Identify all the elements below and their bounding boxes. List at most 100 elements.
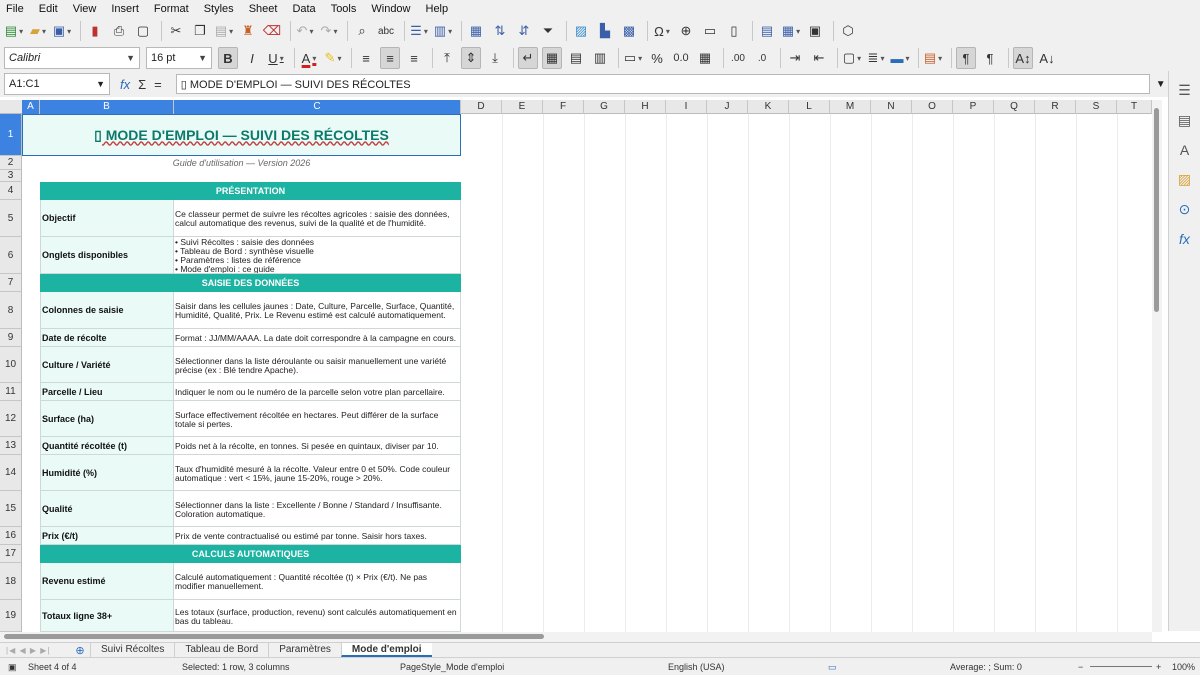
expand-formula-icon[interactable]: ▼ bbox=[1156, 79, 1166, 90]
hyperlink-icon[interactable]: ⊕ bbox=[676, 20, 696, 42]
pivot-table-icon[interactable]: ▦ bbox=[466, 20, 486, 42]
desc-parcelle[interactable]: Indiquer le nom ou le numéro de la parce… bbox=[174, 383, 461, 401]
label-prix[interactable]: Prix (€/t) bbox=[40, 527, 174, 545]
row-header-10[interactable]: 10 bbox=[0, 347, 22, 383]
vertical-text-icon[interactable]: A↓ bbox=[1037, 47, 1057, 69]
font-size-box[interactable]: 16 pt ▼ bbox=[146, 47, 212, 69]
copy-icon[interactable]: ❐ bbox=[190, 20, 210, 42]
sheet-subtitle[interactable]: Guide d'utilisation — Version 2026 bbox=[22, 156, 461, 170]
column-header-b[interactable]: B bbox=[40, 100, 174, 114]
desc-colonnes[interactable]: Saisir dans les cellules jaunes : Date, … bbox=[174, 292, 461, 329]
name-box[interactable]: A1:C1 ▼ bbox=[4, 73, 110, 95]
column-header-h[interactable]: H bbox=[625, 100, 666, 114]
freeze-rows-icon[interactable]: ▦ bbox=[781, 20, 801, 42]
clear-formatting-icon[interactable]: ⌫ bbox=[262, 20, 282, 42]
row-header-5[interactable]: 5 bbox=[0, 200, 22, 237]
label-totaux[interactable]: Totaux ligne 38+ bbox=[40, 600, 174, 632]
delete-decimal-icon[interactable]: .0 bbox=[752, 47, 772, 69]
export-pdf-icon[interactable]: ▮ bbox=[85, 20, 105, 42]
comment-icon[interactable]: ▭ bbox=[700, 20, 720, 42]
row-header-6[interactable]: 6 bbox=[0, 237, 22, 274]
column-header-o[interactable]: O bbox=[912, 100, 953, 114]
merge-cells-icon[interactable]: ▤ bbox=[566, 47, 586, 69]
tab-suivi-recoltes[interactable]: Suivi Récoltes bbox=[90, 643, 174, 657]
desc-surface[interactable]: Surface effectivement récoltée en hectar… bbox=[174, 401, 461, 437]
section-header-presentation[interactable]: PRÉSENTATION bbox=[40, 182, 461, 200]
sort-descending-icon[interactable]: ⇵ bbox=[514, 20, 534, 42]
row-header-17[interactable]: 17 bbox=[0, 545, 22, 563]
sum-button[interactable]: Σ bbox=[138, 77, 146, 92]
menu-styles[interactable]: Styles bbox=[204, 3, 234, 15]
menu-format[interactable]: Format bbox=[154, 3, 189, 15]
spelling-icon[interactable]: abc bbox=[376, 20, 396, 42]
column-header-g[interactable]: G bbox=[584, 100, 625, 114]
find-replace-icon[interactable]: ⌕ bbox=[352, 20, 372, 42]
row-header-12[interactable]: 12 bbox=[0, 401, 22, 437]
autofilter-icon[interactable]: ⏷ bbox=[538, 20, 558, 42]
gallery-icon[interactable]: ▨ bbox=[1178, 171, 1191, 188]
insert-pivot-icon[interactable]: ▩ bbox=[619, 20, 639, 42]
insert-image-icon[interactable]: ▨ bbox=[571, 20, 591, 42]
selection-mode-icon[interactable]: ▭ bbox=[828, 662, 837, 673]
menu-window[interactable]: Window bbox=[371, 3, 410, 15]
functions-icon[interactable]: fx bbox=[1179, 231, 1190, 247]
date-format-icon[interactable]: ▦ bbox=[695, 47, 715, 69]
desc-totaux[interactable]: Les totaux (surface, production, revenu)… bbox=[174, 600, 461, 632]
align-top-icon[interactable]: ⤒ bbox=[437, 47, 457, 69]
column-header-k[interactable]: K bbox=[748, 100, 789, 114]
borders-icon[interactable]: ▢ bbox=[842, 47, 862, 69]
row-header-14[interactable]: 14 bbox=[0, 455, 22, 491]
cut-icon[interactable]: ✂ bbox=[166, 20, 186, 42]
zoom-slider[interactable] bbox=[1090, 666, 1152, 667]
print-preview-icon[interactable]: ▢ bbox=[133, 20, 153, 42]
open-folder-icon[interactable]: ▰ bbox=[28, 20, 48, 42]
desc-objectif[interactable]: Ce classeur permet de suivre les récolte… bbox=[174, 200, 461, 237]
label-humidite[interactable]: Humidité (%) bbox=[40, 455, 174, 491]
zoom-in-icon[interactable]: + bbox=[1156, 662, 1161, 672]
label-colonnes[interactable]: Colonnes de saisie bbox=[40, 292, 174, 329]
align-bottom-icon[interactable]: ⤓ bbox=[485, 47, 505, 69]
scrollbar-thumb[interactable] bbox=[1154, 108, 1159, 312]
border-style-icon[interactable]: ≣ bbox=[866, 47, 886, 69]
formula-input[interactable]: ▯ MODE D'EMPLOI — SUIVI DES RÉCOLTES bbox=[175, 74, 1150, 94]
label-quantite[interactable]: Quantité récoltée (t) bbox=[40, 437, 174, 455]
row-header-15[interactable]: 15 bbox=[0, 491, 22, 527]
row-header-13[interactable]: 13 bbox=[0, 437, 22, 455]
desc-culture[interactable]: Sélectionner dans la liste déroulante ou… bbox=[174, 347, 461, 383]
bold-button[interactable]: B bbox=[218, 47, 238, 69]
print-icon[interactable]: ⎙ bbox=[109, 20, 129, 42]
row-header-11[interactable]: 11 bbox=[0, 383, 22, 401]
wrap-text-icon[interactable]: ↵ bbox=[518, 47, 538, 69]
label-onglets[interactable]: Onglets disponibles bbox=[40, 237, 174, 274]
add-sheet-icon[interactable]: ⊕ bbox=[70, 644, 90, 657]
label-culture[interactable]: Culture / Variété bbox=[40, 347, 174, 383]
formula-equals-button[interactable]: = bbox=[154, 77, 162, 92]
new-document-icon[interactable]: ▤ bbox=[4, 20, 24, 42]
conditional-format-icon[interactable]: ▤ bbox=[923, 47, 943, 69]
menu-tools[interactable]: Tools bbox=[331, 3, 357, 15]
tab-tableau-de-bord[interactable]: Tableau de Bord bbox=[174, 643, 268, 657]
section-header-calculs[interactable]: CALCULS AUTOMATIQUES bbox=[40, 545, 461, 563]
status-language[interactable]: English (USA) bbox=[668, 662, 725, 672]
italic-button[interactable]: I bbox=[242, 47, 262, 69]
column-header-r[interactable]: R bbox=[1035, 100, 1076, 114]
save-icon[interactable]: ▣ bbox=[52, 20, 72, 42]
column-header-p[interactable]: P bbox=[953, 100, 994, 114]
desc-prix[interactable]: Prix de vente contractualisé ou estimé p… bbox=[174, 527, 461, 545]
percent-format-button[interactable]: % bbox=[647, 47, 667, 69]
zoom-out-icon[interactable]: − bbox=[1078, 662, 1083, 672]
label-parcelle[interactable]: Parcelle / Lieu bbox=[40, 383, 174, 401]
menu-edit[interactable]: Edit bbox=[39, 3, 58, 15]
column-header-f[interactable]: F bbox=[543, 100, 584, 114]
function-wizard-button[interactable]: fx bbox=[120, 77, 130, 92]
highlight-color-icon[interactable]: ✎ bbox=[323, 47, 343, 69]
column-header-l[interactable]: L bbox=[789, 100, 830, 114]
doc-modified-icon[interactable]: ▣ bbox=[8, 662, 17, 673]
tab-nav-arrows-icon[interactable]: |◀ ◀ ▶ ▶| bbox=[0, 646, 70, 655]
chevron-down-icon[interactable]: ▼ bbox=[96, 79, 105, 89]
number-format-button[interactable]: 0.0 bbox=[671, 47, 691, 69]
increase-indent-icon[interactable]: ⇥ bbox=[785, 47, 805, 69]
desc-humidite[interactable]: Taux d'humidité mesuré à la récolte. Val… bbox=[174, 455, 461, 491]
row-header-4[interactable]: 4 bbox=[0, 182, 22, 200]
sheet-title[interactable]: ▯ MODE D'EMPLOI — SUIVI DES RÉCOLTES bbox=[22, 114, 461, 156]
